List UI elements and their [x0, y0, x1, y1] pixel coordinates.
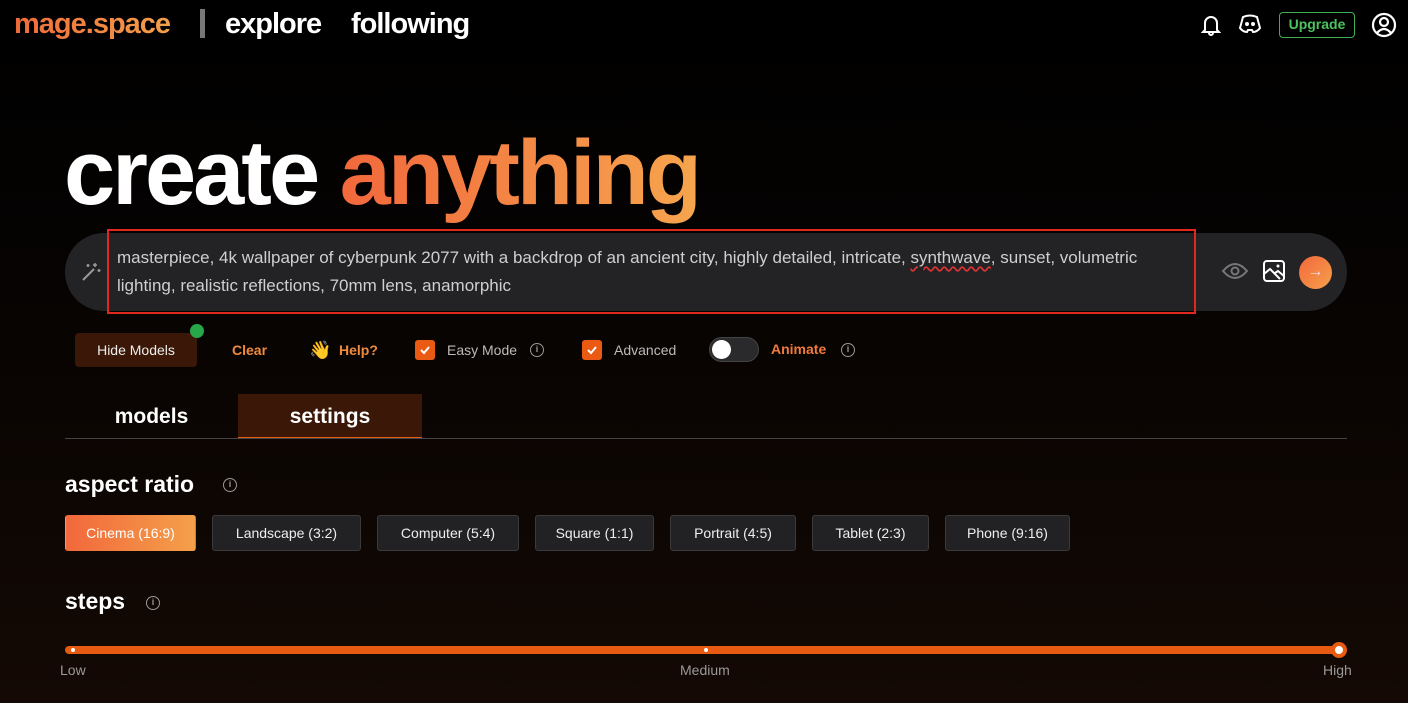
image-icon[interactable] — [1262, 259, 1286, 283]
divider — [200, 9, 205, 38]
submit-arrow-button[interactable]: → — [1299, 256, 1332, 289]
help-link[interactable]: Help? — [339, 333, 378, 367]
prompt-text: masterpiece, 4k wallpaper of cyberpunk 2… — [117, 248, 911, 267]
aspect-square[interactable]: Square (1:1) — [535, 515, 654, 551]
aspect-tablet[interactable]: Tablet (2:3) — [812, 515, 929, 551]
aspect-cinema[interactable]: Cinema (16:9) — [65, 515, 196, 551]
user-avatar-icon[interactable] — [1371, 12, 1397, 38]
magic-wand-icon[interactable] — [80, 261, 102, 283]
page-title: create anything — [64, 118, 702, 228]
wave-icon: 👋 — [309, 340, 332, 360]
status-dot — [190, 324, 204, 338]
tab-divider — [65, 438, 1347, 439]
slider-tick — [71, 648, 75, 652]
tab-models[interactable]: models — [65, 394, 238, 439]
check-icon — [420, 346, 430, 355]
info-icon[interactable]: i — [530, 343, 544, 357]
tab-settings[interactable]: settings — [238, 394, 422, 439]
steps-label-high: High — [1323, 662, 1352, 678]
prompt-text-misspelled: synthwave — [910, 248, 991, 267]
title-white: create — [64, 122, 320, 224]
aspect-landscape[interactable]: Landscape (3:2) — [212, 515, 361, 551]
aspect-phone[interactable]: Phone (9:16) — [945, 515, 1070, 551]
aspect-portrait[interactable]: Portrait (4:5) — [670, 515, 796, 551]
logo[interactable]: mage.space — [14, 8, 171, 41]
aspect-ratio-heading: aspect ratio — [65, 471, 195, 497]
check-icon — [587, 346, 597, 355]
advanced-label: Advanced — [614, 342, 677, 358]
nav-following[interactable]: following — [351, 8, 470, 41]
upgrade-button[interactable]: Upgrade — [1279, 12, 1355, 38]
title-accent: anything — [339, 122, 702, 224]
easy-mode-checkbox[interactable] — [415, 340, 435, 360]
bell-icon[interactable] — [1201, 14, 1221, 36]
animate-toggle[interactable] — [709, 337, 759, 362]
aspect-computer[interactable]: Computer (5:4) — [377, 515, 519, 551]
slider-tick — [704, 648, 708, 652]
info-icon[interactable]: i — [841, 343, 855, 357]
nav-explore[interactable]: explore — [225, 8, 322, 41]
advanced-checkbox[interactable] — [582, 340, 602, 360]
info-icon[interactable]: i — [223, 478, 237, 492]
animate-label: Animate — [771, 341, 827, 357]
eye-icon[interactable] — [1221, 261, 1249, 281]
hide-models-button[interactable]: Hide Models — [75, 333, 197, 367]
easy-mode-label: Easy Mode — [447, 342, 518, 358]
steps-label-low: Low — [60, 662, 86, 678]
prompt-input[interactable]: masterpiece, 4k wallpaper of cyberpunk 2… — [107, 229, 1196, 314]
clear-button[interactable]: Clear — [232, 333, 267, 367]
steps-heading: steps — [65, 588, 126, 614]
header: mage.space explore following Upgrade — [0, 0, 1408, 50]
discord-icon[interactable] — [1238, 14, 1262, 34]
toggle-knob — [712, 340, 731, 359]
slider-thumb[interactable] — [1331, 642, 1347, 658]
info-icon[interactable]: i — [146, 596, 160, 610]
steps-label-medium: Medium — [680, 662, 730, 678]
steps-slider[interactable] — [65, 646, 1339, 654]
